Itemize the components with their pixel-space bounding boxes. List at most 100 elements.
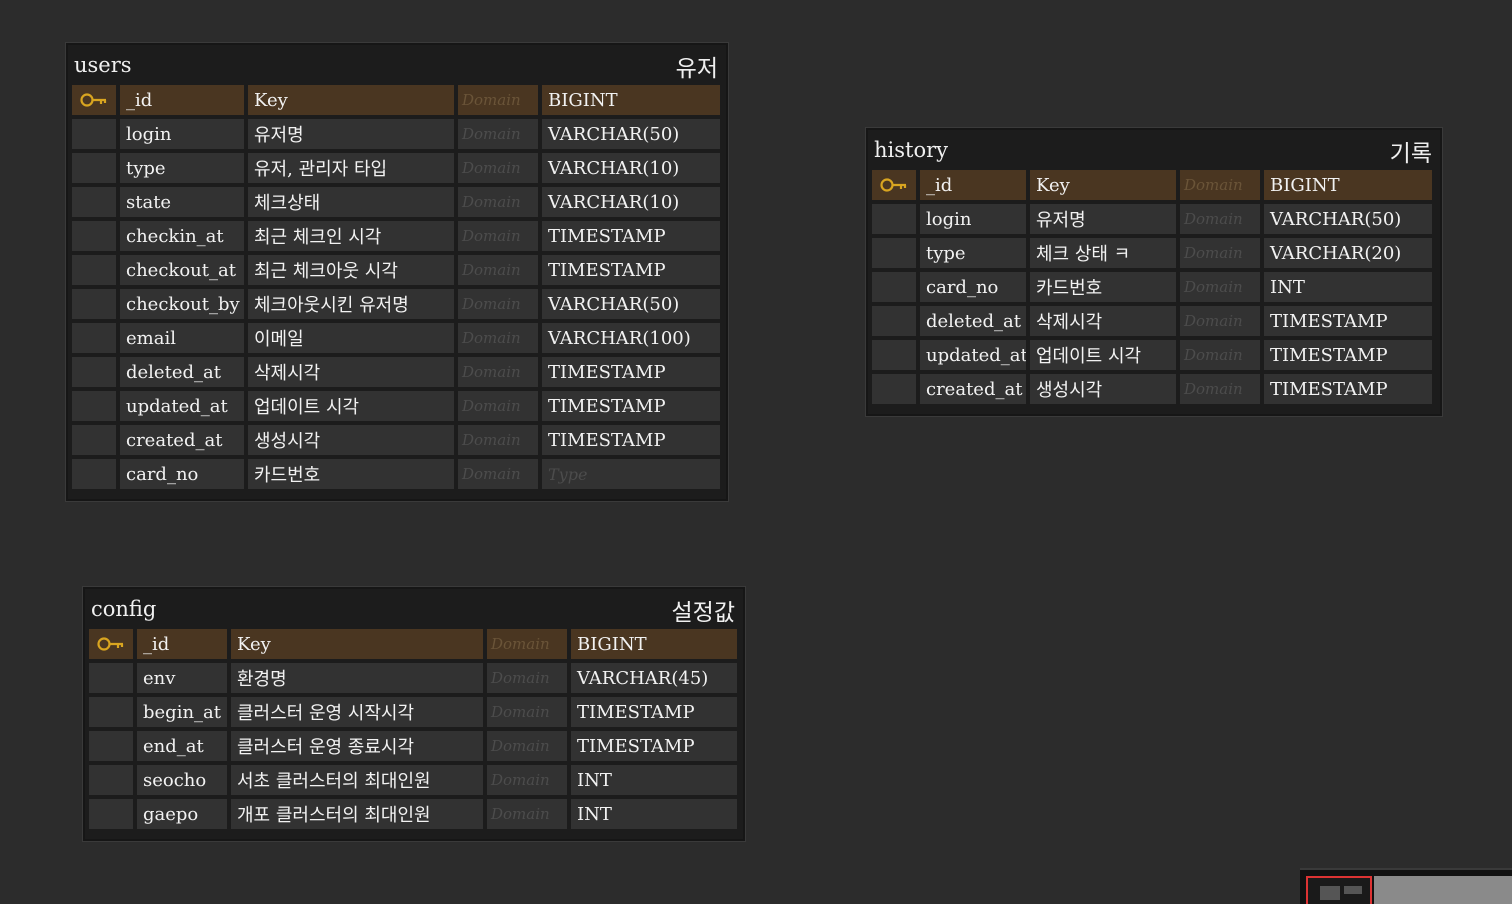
column-row[interactable]: deleted_at 삭제시각 Domain TIMESTAMP [68, 357, 726, 387]
column-comment[interactable]: 서초 클러스터의 최대인원 [231, 765, 483, 795]
column-comment[interactable]: Key [231, 629, 483, 659]
column-domain[interactable]: Domain [487, 731, 567, 761]
column-domain[interactable]: Domain [1180, 204, 1260, 234]
column-row[interactable]: card_no 카드번호 Domain INT [868, 272, 1440, 302]
column-domain[interactable]: Domain [487, 765, 567, 795]
column-comment[interactable]: 체크 상태 ㅋ [1030, 238, 1176, 268]
column-domain[interactable]: Domain [458, 289, 538, 319]
column-row[interactable]: checkin_at 최근 체크인 시각 Domain TIMESTAMP [68, 221, 726, 251]
column-row[interactable]: updated_at 업데이트 시각 Domain TIMESTAMP [68, 391, 726, 421]
column-domain[interactable]: Domain [458, 153, 538, 183]
column-type[interactable]: VARCHAR(100) [542, 323, 720, 353]
table-header[interactable]: config 설정값 [85, 589, 743, 629]
column-row[interactable]: deleted_at 삭제시각 Domain TIMESTAMP [868, 306, 1440, 336]
column-domain[interactable]: Domain [458, 85, 538, 115]
column-domain[interactable]: Domain [458, 323, 538, 353]
column-type[interactable]: TIMESTAMP [542, 221, 720, 251]
column-comment[interactable]: 환경명 [231, 663, 483, 693]
column-name[interactable]: email [120, 323, 244, 353]
column-row[interactable]: login 유저명 Domain VARCHAR(50) [868, 204, 1440, 234]
column-row[interactable]: state 체크상태 Domain VARCHAR(10) [68, 187, 726, 217]
column-type[interactable]: BIGINT [1264, 170, 1432, 200]
column-comment[interactable]: 업데이트 시각 [1030, 340, 1176, 370]
column-row[interactable]: env 환경명 Domain VARCHAR(45) [85, 663, 743, 693]
column-name[interactable]: gaepo [137, 799, 227, 829]
column-comment[interactable]: Key [248, 85, 454, 115]
column-domain[interactable]: Domain [458, 391, 538, 421]
column-row[interactable]: checkout_by 체크아웃시킨 유저명 Domain VARCHAR(50) [68, 289, 726, 319]
column-comment[interactable]: 체크상태 [248, 187, 454, 217]
column-comment[interactable]: 이메일 [248, 323, 454, 353]
column-name[interactable]: env [137, 663, 227, 693]
column-name[interactable]: deleted_at [120, 357, 244, 387]
column-name[interactable]: type [920, 238, 1026, 268]
column-comment[interactable]: 업데이트 시각 [248, 391, 454, 421]
column-name[interactable]: begin_at [137, 697, 227, 727]
column-type[interactable]: BIGINT [571, 629, 737, 659]
column-domain[interactable]: Domain [1180, 272, 1260, 302]
column-type[interactable]: TIMESTAMP [1264, 340, 1432, 370]
minimap-viewport[interactable] [1306, 876, 1372, 904]
column-domain[interactable]: Domain [458, 357, 538, 387]
column-name[interactable]: end_at [137, 731, 227, 761]
column-domain[interactable]: Domain [487, 629, 567, 659]
column-row[interactable]: gaepo 개포 클러스터의 최대인원 Domain INT [85, 799, 743, 829]
table-comment[interactable]: 설정값 [672, 593, 735, 627]
column-name[interactable]: seocho [137, 765, 227, 795]
column-domain[interactable]: Domain [458, 119, 538, 149]
column-comment[interactable]: 삭제시각 [248, 357, 454, 387]
column-domain[interactable]: Domain [487, 663, 567, 693]
column-type[interactable]: TIMESTAMP [571, 731, 737, 761]
column-name[interactable]: state [120, 187, 244, 217]
column-domain[interactable]: Domain [1180, 170, 1260, 200]
column-type[interactable]: VARCHAR(50) [542, 119, 720, 149]
column-row[interactable]: begin_at 클러스터 운영 시작시각 Domain TIMESTAMP [85, 697, 743, 727]
column-name[interactable]: _id [120, 85, 244, 115]
history-table[interactable]: history 기록 _id Key Domain BIGINT login 유저명 Dom… [866, 128, 1442, 416]
column-name[interactable]: _id [137, 629, 227, 659]
column-name[interactable]: _id [920, 170, 1026, 200]
table-name[interactable]: history [874, 138, 948, 162]
column-type[interactable]: INT [1264, 272, 1432, 302]
column-type[interactable]: VARCHAR(45) [571, 663, 737, 693]
column-comment[interactable]: 유저명 [248, 119, 454, 149]
column-name[interactable]: checkout_by [120, 289, 244, 319]
column-comment[interactable]: 유저, 관리자 타입 [248, 153, 454, 183]
column-comment[interactable]: 클러스터 운영 종료시각 [231, 731, 483, 761]
column-row[interactable]: created_at 생성시각 Domain TIMESTAMP [68, 425, 726, 455]
primary-key-row[interactable]: _id Key Domain BIGINT [85, 629, 743, 659]
column-row[interactable]: login 유저명 Domain VARCHAR(50) [68, 119, 726, 149]
column-row[interactable]: seocho 서초 클러스터의 최대인원 Domain INT [85, 765, 743, 795]
column-comment[interactable]: 클러스터 운영 시작시각 [231, 697, 483, 727]
column-domain[interactable]: Domain [458, 425, 538, 455]
column-row[interactable]: type 체크 상태 ㅋ Domain VARCHAR(20) [868, 238, 1440, 268]
column-type[interactable]: TIMESTAMP [542, 357, 720, 387]
column-type[interactable]: TIMESTAMP [1264, 374, 1432, 404]
column-comment[interactable]: 삭제시각 [1030, 306, 1176, 336]
column-type[interactable]: TIMESTAMP [571, 697, 737, 727]
column-name[interactable]: card_no [120, 459, 244, 489]
column-name[interactable]: card_no [920, 272, 1026, 302]
column-row[interactable]: created_at 생성시각 Domain TIMESTAMP [868, 374, 1440, 404]
column-name[interactable]: type [120, 153, 244, 183]
column-type[interactable]: VARCHAR(20) [1264, 238, 1432, 268]
column-row[interactable]: type 유저, 관리자 타입 Domain VARCHAR(10) [68, 153, 726, 183]
column-name[interactable]: created_at [120, 425, 244, 455]
column-name[interactable]: updated_at [120, 391, 244, 421]
table-header[interactable]: users 유저 [68, 45, 726, 85]
column-type[interactable]: INT [571, 799, 737, 829]
column-comment[interactable]: 최근 체크아웃 시각 [248, 255, 454, 285]
table-comment[interactable]: 유저 [676, 49, 718, 83]
column-domain[interactable]: Domain [458, 187, 538, 217]
column-row[interactable]: end_at 클러스터 운영 종료시각 Domain TIMESTAMP [85, 731, 743, 761]
table-header[interactable]: history 기록 [868, 130, 1440, 170]
config-table[interactable]: config 설정값 _id Key Domain BIGINT env 환경명 Domai… [83, 587, 745, 841]
column-row[interactable]: card_no 카드번호 Domain Type [68, 459, 726, 489]
column-type[interactable]: VARCHAR(10) [542, 187, 720, 217]
column-comment[interactable]: Key [1030, 170, 1176, 200]
column-type[interactable]: TIMESTAMP [542, 255, 720, 285]
column-comment[interactable]: 생성시각 [248, 425, 454, 455]
table-name[interactable]: config [91, 597, 156, 621]
column-name[interactable]: checkin_at [120, 221, 244, 251]
column-name[interactable]: created_at [920, 374, 1026, 404]
